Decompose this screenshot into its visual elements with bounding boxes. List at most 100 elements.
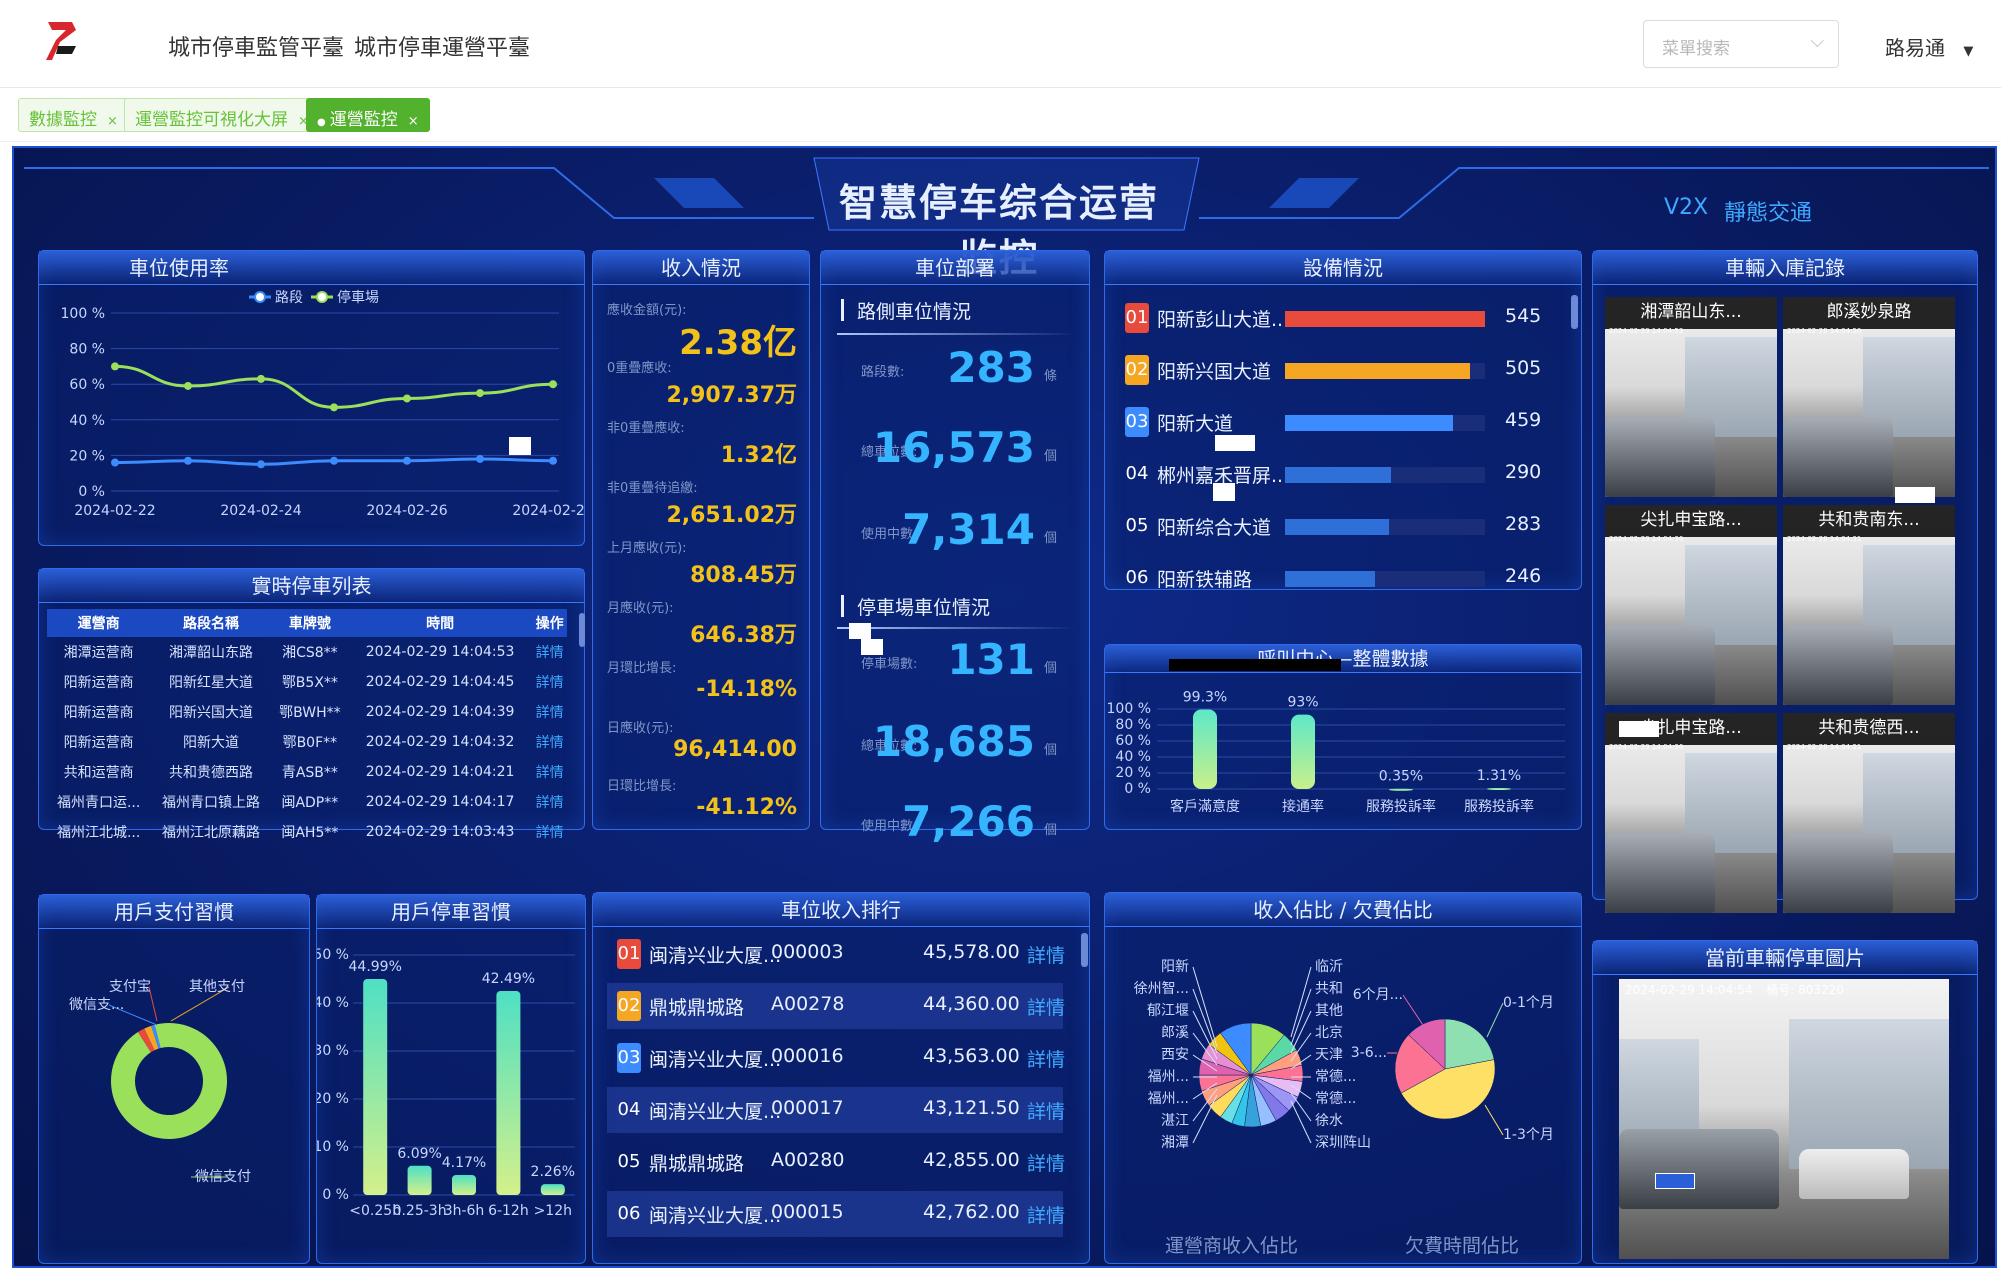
- income-value: 1.32亿: [720, 443, 797, 468]
- detail-link[interactable]: 詳情: [532, 757, 567, 787]
- ranking-detail-link[interactable]: 詳情: [1027, 1201, 1065, 1228]
- entry-photo[interactable]: 尖扎申宝路... 2024-02-29 14:04:36: [1605, 713, 1777, 913]
- table-cell: 阳新运营商: [63, 675, 134, 691]
- pie-label: 微信支付: [195, 1169, 251, 1185]
- device-count: 545: [1505, 305, 1542, 327]
- ranking-detail-link[interactable]: 詳情: [1027, 1149, 1065, 1176]
- photo-timestamp: 2024-02-29 14:04:36: [1609, 743, 1684, 751]
- detail-link[interactable]: 詳情: [532, 667, 567, 697]
- income-panel: 收入情況 應收金額(元): 2.38亿 0重疊應收: 2,907.37万 非0重疊應收:…: [592, 250, 810, 830]
- photo-timestamp: 2024-02-29 14:04:54: [1625, 983, 1753, 997]
- legend-label: 路段: [275, 290, 303, 306]
- scrollbar-thumb[interactable]: [1081, 933, 1088, 967]
- table-cell: 福州青口镇上路: [162, 795, 261, 811]
- data-point: [403, 394, 411, 403]
- scrollbar-thumb[interactable]: [1571, 295, 1578, 329]
- device-count: 459: [1505, 409, 1542, 431]
- ranking-detail-link[interactable]: 詳情: [1027, 1097, 1065, 1124]
- current-parking-photo[interactable]: 2024-02-29 14:04:54 桶号: 803220: [1619, 979, 1949, 1259]
- legend-label: 停車場: [337, 289, 379, 306]
- table-cell: 湘潭运营商: [63, 645, 134, 661]
- photo-caption: 郎溪妙泉路: [1783, 297, 1955, 329]
- user-menu[interactable]: 路易通 ▼: [1885, 32, 1973, 61]
- photo-caption: 共和贵德西...: [1783, 713, 1955, 745]
- x-category-label: 服務投訴率: [1464, 798, 1534, 815]
- space-unit: 個: [1043, 661, 1057, 676]
- table-cell: 福州江北城...: [56, 825, 141, 841]
- y-tick-label: 40 %: [317, 995, 349, 1011]
- close-icon[interactable]: ×: [408, 114, 419, 129]
- entry-photo[interactable]: 郎溪妙泉路 2024-02-29 14:04:50: [1783, 297, 1955, 497]
- ranking-detail-link[interactable]: 詳情: [1027, 941, 1065, 968]
- user-name: 路易通: [1885, 36, 1945, 60]
- road-divider: [837, 333, 1077, 335]
- device-count: 246: [1505, 565, 1542, 587]
- pay-panel: 用戶支付習慣 微信支付 支付宝 其他支付 微信支...: [38, 894, 310, 1264]
- tab-operation-monitor[interactable]: ● 運營監控 ×: [306, 98, 430, 132]
- table-cell: 阳新兴国大道: [169, 705, 254, 721]
- space-value: 16,573: [872, 423, 1035, 472]
- lot-subtitle: 停車場車位情況: [857, 597, 991, 619]
- y-tick-label: 20 %: [317, 1091, 349, 1107]
- table-cell: 湘CS8**: [282, 645, 338, 661]
- nav-supervision[interactable]: 城市停車監管平臺: [168, 30, 344, 62]
- label-leader: [1192, 988, 1218, 1054]
- ranking-name: 闽清兴业大厦...: [649, 945, 782, 967]
- entry-photo[interactable]: 共和贵南东... 2024-02-29 14:04:31: [1783, 505, 1955, 705]
- device-bar-track: [1285, 519, 1485, 535]
- data-point: [111, 458, 119, 467]
- active-dot-icon: ●: [317, 117, 326, 128]
- table-cell: 阳新运营商: [63, 705, 134, 721]
- bar: [1193, 709, 1217, 789]
- tab-operation-screen[interactable]: 運營監控可視化大屏 ×: [124, 98, 320, 132]
- table-cell: 鄂BWH**: [279, 705, 341, 721]
- ranking-detail-link[interactable]: 詳情: [1027, 1045, 1065, 1072]
- x-category-label: 0.25-3h: [393, 1203, 447, 1219]
- link-static-traffic[interactable]: 靜態交通: [1724, 195, 1812, 227]
- operator-label: 湘潭: [1161, 1134, 1189, 1151]
- detail-link[interactable]: 詳情: [532, 697, 567, 727]
- table-cell: 2024-02-29 14:04:21: [365, 764, 515, 780]
- table-row: 福州江北城... 福州江北原藕路 闽AH5** 2024-02-29 14:03:43…: [47, 817, 567, 847]
- data-point: [257, 374, 265, 383]
- y-tick-label: 0 %: [78, 484, 105, 500]
- tab-data-monitor[interactable]: 數據監控 ×: [18, 98, 129, 132]
- scrollbar-thumb[interactable]: [579, 613, 585, 647]
- share-title: 收入佔比 / 欠費佔比: [1105, 893, 1581, 927]
- detail-link[interactable]: 詳情: [532, 637, 567, 667]
- app-logo-icon[interactable]: [42, 16, 82, 66]
- tab-label: 運營監控: [329, 110, 398, 130]
- detail-link[interactable]: 詳情: [532, 817, 567, 847]
- entry-photo[interactable]: 湘潭韶山东... 2024-02-29 14:04:53: [1605, 297, 1777, 497]
- arrears-label: 0-1个月: [1503, 995, 1554, 1011]
- photo-plate-label: 桶号: 803220: [1766, 983, 1844, 997]
- detail-link[interactable]: 詳情: [532, 787, 567, 817]
- table-cell: 鄂B0F**: [282, 735, 338, 751]
- ranking-detail-link[interactable]: 詳情: [1027, 993, 1065, 1020]
- bar-value-label: 44.99%: [349, 959, 402, 975]
- photo-timestamp: 2024-02-29 14:04:31: [1787, 535, 1862, 543]
- table-row: 阳新运营商 阳新红星大道 鄂B5X** 2024-02-29 14:04:45 詳情: [47, 667, 567, 697]
- data-point: [403, 456, 411, 465]
- entry-photo[interactable]: 共和贵德西... 2024-02-29 14:04:21: [1783, 713, 1955, 913]
- label-leader: [1192, 1094, 1218, 1144]
- rank-badge: 03: [1125, 407, 1149, 437]
- operator-label: 郁江堰: [1147, 1003, 1189, 1019]
- space-label: 路段數:: [861, 365, 905, 380]
- nav-operation[interactable]: 城市停車運營平臺: [354, 30, 530, 62]
- table-cell: 福州青口运...: [56, 795, 141, 811]
- detail-link[interactable]: 詳情: [532, 727, 567, 757]
- device-road-name: 阳新综合大道: [1157, 517, 1272, 539]
- menu-search-select[interactable]: 菜單搜索 ⌵: [1643, 20, 1839, 68]
- income-value: 2,651.02万: [666, 503, 797, 528]
- table-cell: 阳新大道: [183, 735, 240, 751]
- y-tick-label: 10 %: [317, 1139, 349, 1155]
- table-cell: 阳新红星大道: [169, 675, 254, 691]
- close-icon[interactable]: ×: [107, 114, 118, 129]
- legend-marker: [316, 291, 328, 303]
- table-cell: 湘潭韶山东路: [169, 645, 254, 661]
- entry-photo[interactable]: 尖扎申宝路... 2024-02-29 14:04:36: [1605, 505, 1777, 705]
- link-v2x[interactable]: V2X: [1664, 195, 1708, 220]
- arrears-label: 6个月...: [1353, 987, 1403, 1003]
- operator-label: 郎溪: [1161, 1025, 1189, 1041]
